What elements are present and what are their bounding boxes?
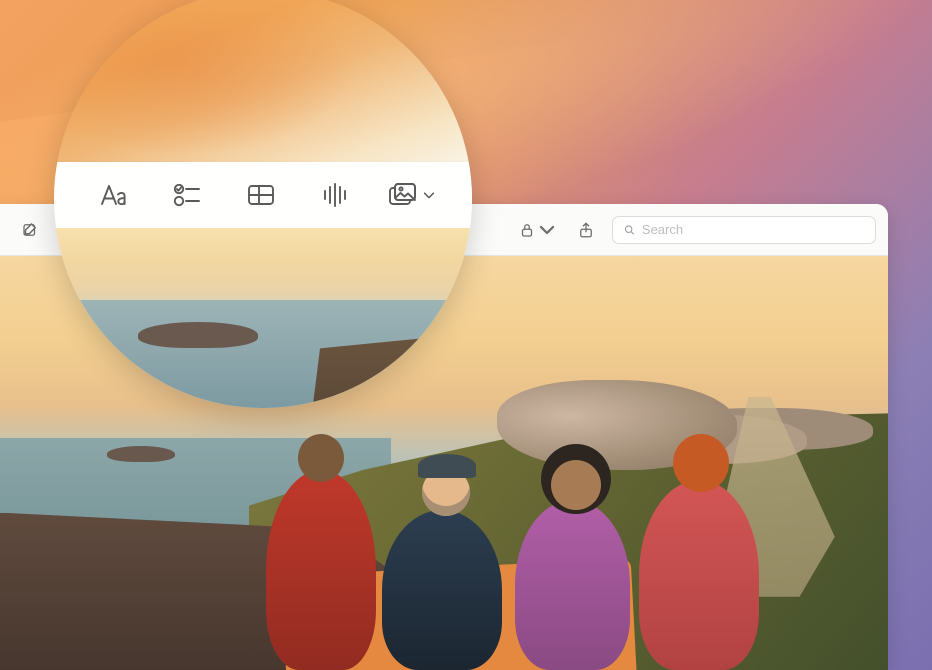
media-button[interactable] [387, 174, 436, 216]
audio-button[interactable] [313, 174, 357, 216]
table-button[interactable] [239, 174, 283, 216]
format-text-button[interactable] [91, 174, 135, 216]
compose-icon [21, 221, 39, 239]
compose-button[interactable] [12, 215, 48, 245]
share-button[interactable] [568, 215, 604, 245]
chevron-down-icon [538, 221, 556, 239]
checklist-icon [171, 179, 203, 211]
magnified-toolbar [54, 162, 472, 228]
audio-waveform-icon [319, 179, 351, 211]
checklist-button[interactable] [165, 174, 209, 216]
search-input[interactable] [642, 222, 865, 237]
chevron-down-icon [422, 188, 436, 202]
search-icon [623, 223, 636, 237]
photo-icon [387, 179, 419, 211]
text-format-icon [97, 179, 129, 211]
lock-icon [518, 221, 536, 239]
table-icon [245, 179, 277, 211]
lock-button[interactable] [514, 215, 560, 245]
search-field[interactable] [612, 216, 876, 244]
magnified-note-image [54, 228, 472, 408]
magnifier-callout [54, 0, 472, 408]
share-icon [577, 221, 595, 239]
